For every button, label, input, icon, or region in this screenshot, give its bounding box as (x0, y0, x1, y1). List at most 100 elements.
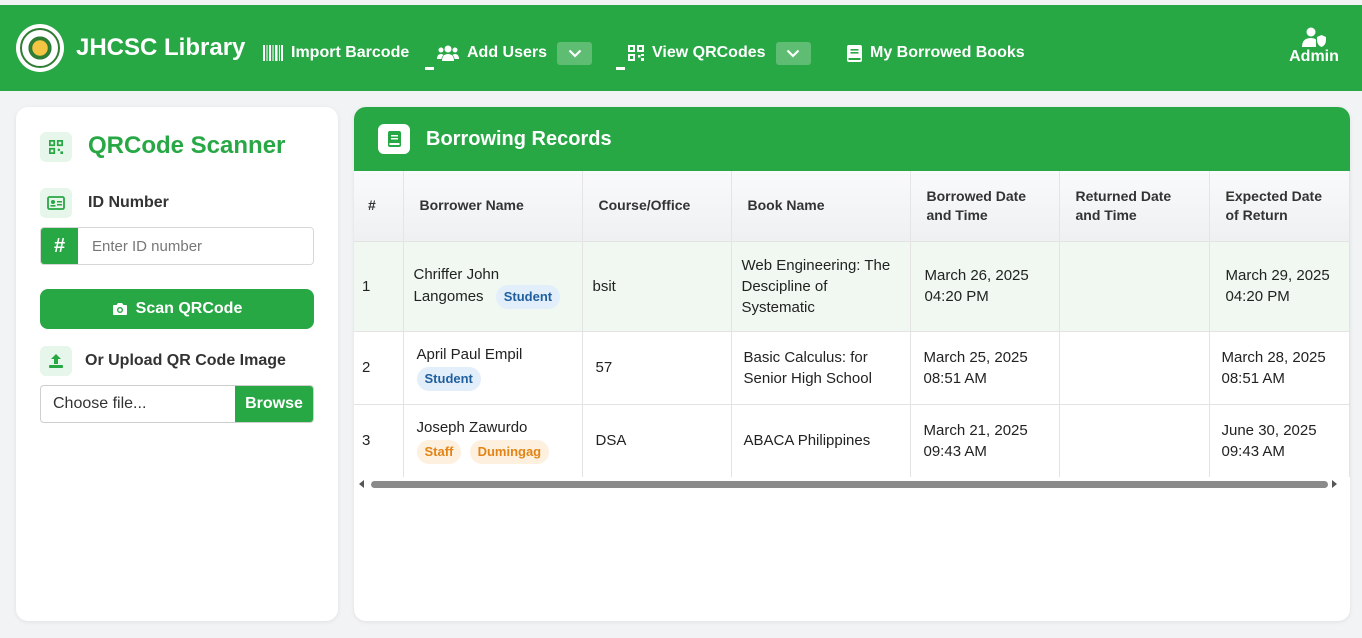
browse-button[interactable]: Browse (235, 386, 313, 422)
qrcode-icon (40, 132, 72, 162)
nav-add-users[interactable]: Add Users (437, 39, 593, 67)
id-number-label: ID Number (88, 194, 169, 211)
expected-date: March 28, 2025 (1221, 348, 1326, 366)
borrowed-date: March 25, 2025 (923, 348, 1028, 366)
scrollbar-thumb[interactable] (371, 481, 1328, 488)
table-row[interactable]: 3 Joseph Zawurdo Staff Dumingag DSA ABAC… (354, 403, 1350, 477)
row-number: 3 (354, 403, 404, 477)
users-icon (437, 45, 459, 61)
table-header-row: # Borrower Name Course/Office Book Name … (354, 171, 1350, 241)
scroll-left-arrow[interactable] (359, 480, 364, 488)
course-cell: bsit (582, 240, 732, 331)
hash-icon: # (41, 228, 78, 264)
expected-return-cell: March 29, 2025 04:20 PM (1209, 240, 1350, 331)
book-icon (847, 44, 862, 62)
user-name: Admin (1289, 48, 1339, 65)
column-header-number: # (354, 171, 404, 241)
scroll-right-arrow[interactable] (1332, 480, 1337, 488)
borrowed-date: March 21, 2025 (923, 421, 1028, 439)
borrower-name: April Paul Empil (416, 346, 523, 363)
scanner-title: QRCode Scanner (88, 132, 286, 159)
nav-import-barcode[interactable]: Import Barcode (263, 39, 409, 67)
expected-time: 04:20 PM (1225, 288, 1290, 305)
expected-return-cell: June 30, 2025 09:43 AM (1209, 403, 1350, 477)
expected-return-cell: March 28, 2025 08:51 AM (1209, 330, 1350, 404)
user-menu[interactable]: Admin (1289, 27, 1339, 66)
column-header-borrower-name: Borrower Name (403, 171, 583, 241)
upload-label: Or Upload QR Code Image (85, 352, 286, 369)
nav-my-borrowed-books-label: My Borrowed Books (870, 44, 1025, 61)
column-header-returned-date: Returned Date and Time (1059, 171, 1210, 241)
chevron-down-icon (786, 49, 800, 58)
nav-view-qrcodes-label: View QRCodes (652, 44, 766, 61)
scan-qrcode-label: Scan QRCode (135, 300, 243, 317)
navbar: JHCSC Library Import Barcode Add Users V… (0, 5, 1362, 91)
borrowed-date: March 26, 2025 (924, 267, 1029, 284)
expected-time: 08:51 AM (1221, 369, 1285, 387)
file-placeholder: Choose file... (53, 395, 147, 412)
role-badge: Student (495, 284, 561, 309)
book-name-cell: Basic Calculus: for Senior High School (731, 330, 911, 404)
expected-date: March 29, 2025 (1225, 267, 1330, 284)
borrower-name: Chriffer John (413, 265, 500, 283)
nav-add-users-indicator (425, 67, 434, 70)
add-users-dropdown-toggle[interactable] (557, 41, 593, 65)
borrowed-datetime-cell: March 25, 2025 08:51 AM (910, 330, 1060, 404)
borrower-name: Joseph Zawurdo (416, 419, 528, 437)
qrcode-icon (628, 45, 644, 61)
view-qrcodes-dropdown-toggle[interactable] (775, 41, 811, 65)
expected-time: 09:43 AM (1221, 442, 1285, 460)
returned-datetime-cell (1059, 240, 1210, 331)
brand-title: JHCSC Library (76, 34, 246, 61)
nav-add-users-label: Add Users (467, 44, 548, 61)
borrower-name-cell: Joseph Zawurdo Staff Dumingag (403, 403, 583, 477)
returned-datetime-cell (1059, 330, 1210, 404)
user-shield-icon (1302, 27, 1326, 47)
id-number-input-group: # (40, 227, 314, 265)
borrowed-time: 08:51 AM (923, 369, 987, 387)
table-row[interactable]: 1 Chriffer John Langomes Student bsit We… (354, 240, 1350, 331)
upload-icon (40, 346, 72, 376)
borrowed-time: 04:20 PM (924, 288, 989, 305)
column-header-book-name: Book Name (731, 171, 911, 241)
nav-view-qrcodes-indicator (616, 67, 625, 70)
book-name-cell: Web Engineering: The Descipline of Syste… (731, 240, 911, 331)
borrowed-datetime-cell: March 21, 2025 09:43 AM (910, 403, 1060, 477)
nav-my-borrowed-books[interactable]: My Borrowed Books (847, 39, 1025, 67)
borrower-name-cell: Chriffer John Langomes Student (403, 240, 583, 331)
expected-date: June 30, 2025 (1221, 421, 1317, 439)
borrower-name-continued: Langomes (413, 287, 484, 305)
course-cell: DSA (582, 403, 732, 477)
borrowed-time: 09:43 AM (923, 442, 987, 460)
camera-icon (112, 302, 128, 316)
nav-import-barcode-label: Import Barcode (291, 44, 410, 61)
borrower-name-cell: April Paul Empil Student (403, 330, 583, 404)
row-number: 2 (354, 330, 404, 404)
course-cell: 57 (582, 330, 732, 404)
row-number: 1 (354, 240, 404, 331)
logo (16, 24, 64, 72)
borrowing-records-panel: Borrowing Records # Borrower Name Course… (354, 107, 1350, 621)
table-row[interactable]: 2 April Paul Empil Student 57 Basic Calc… (354, 330, 1350, 404)
returned-datetime-cell (1059, 403, 1210, 477)
book-icon (378, 124, 410, 154)
borrowing-records-table: # Borrower Name Course/Office Book Name … (354, 171, 1350, 477)
table-horizontal-scrollbar[interactable] (354, 476, 1350, 493)
nav-view-qrcodes[interactable]: View QRCodes (628, 39, 811, 67)
file-upload-input[interactable]: Choose file... Browse (40, 385, 314, 423)
book-name-cell: ABACA Philippines (731, 403, 911, 477)
role-badge: Student (416, 367, 481, 391)
campus-badge: Dumingag (469, 440, 550, 465)
records-title: Borrowing Records (426, 128, 612, 150)
records-header: Borrowing Records (354, 107, 1350, 171)
brand[interactable]: JHCSC Library (16, 24, 245, 72)
column-header-borrowed-date: Borrowed Date and Time (910, 171, 1060, 241)
scan-qrcode-button[interactable]: Scan QRCode (40, 289, 314, 329)
borrowed-datetime-cell: March 26, 2025 04:20 PM (910, 240, 1060, 331)
column-header-course-office: Course/Office (582, 171, 732, 241)
chevron-down-icon (568, 49, 581, 58)
barcode-icon (263, 45, 283, 61)
role-badge: Staff (416, 440, 462, 465)
column-header-expected-return: Expected Date of Return (1209, 171, 1350, 241)
id-number-input[interactable] (78, 228, 313, 264)
